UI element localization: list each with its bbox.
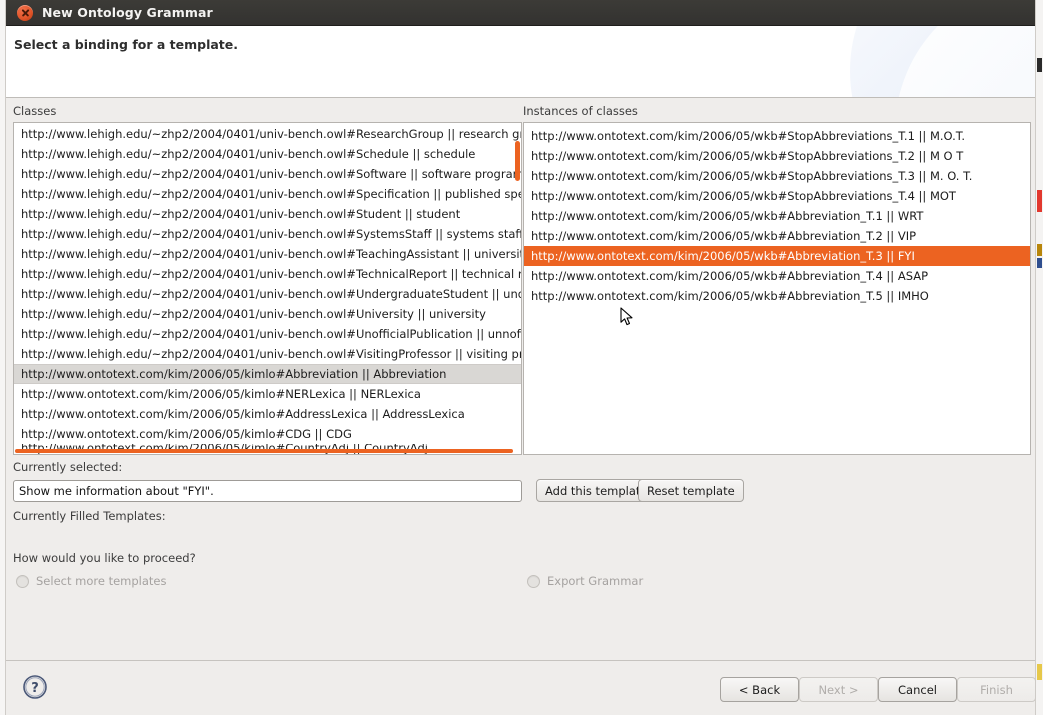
window-title: New Ontology Grammar bbox=[42, 5, 213, 20]
list-item[interactable]: http://www.ontotext.com/kim/2006/05/kiml… bbox=[14, 424, 521, 444]
classes-rows: http://www.lehigh.edu/~zhp2/2004/0401/un… bbox=[14, 124, 521, 455]
wizard-header: Select a binding for a template. bbox=[6, 26, 1035, 98]
list-item[interactable]: http://www.ontotext.com/kim/2006/05/wkb#… bbox=[524, 126, 1030, 146]
radio-export-label: Export Grammar bbox=[547, 574, 643, 588]
back-button[interactable]: < Back bbox=[720, 677, 799, 702]
classes-vertical-scrollbar[interactable] bbox=[515, 141, 520, 181]
radio-icon bbox=[16, 575, 29, 588]
finish-button: Finish bbox=[957, 677, 1036, 702]
background-fleck bbox=[1037, 244, 1042, 256]
radio-select-more-label: Select more templates bbox=[36, 574, 166, 588]
instances-rows: http://www.ontotext.com/kim/2006/05/wkb#… bbox=[524, 126, 1030, 306]
close-icon[interactable] bbox=[17, 5, 33, 21]
background-fleck bbox=[1037, 190, 1042, 212]
list-item[interactable]: http://www.ontotext.com/kim/2006/05/wkb#… bbox=[524, 226, 1030, 246]
proceed-question-label: How would you like to proceed? bbox=[13, 551, 196, 565]
list-item[interactable]: http://www.lehigh.edu/~zhp2/2004/0401/un… bbox=[14, 164, 521, 184]
list-item[interactable]: http://www.ontotext.com/kim/2006/05/kiml… bbox=[14, 364, 521, 384]
list-item[interactable]: http://www.ontotext.com/kim/2006/05/wkb#… bbox=[524, 166, 1030, 186]
classes-list-label: Classes bbox=[13, 104, 56, 118]
page-title: Select a binding for a template. bbox=[14, 37, 238, 52]
list-item[interactable]: http://www.lehigh.edu/~zhp2/2004/0401/un… bbox=[14, 324, 521, 344]
list-item[interactable]: http://www.ontotext.com/kim/2006/05/wkb#… bbox=[524, 286, 1030, 306]
list-item[interactable]: http://www.ontotext.com/kim/2006/05/wkb#… bbox=[524, 186, 1030, 206]
wizard-body: Classes Instances of classes http://www.… bbox=[6, 98, 1035, 660]
list-item[interactable]: http://www.ontotext.com/kim/2006/05/kiml… bbox=[14, 404, 521, 424]
instances-listbox[interactable]: http://www.ontotext.com/kim/2006/05/wkb#… bbox=[523, 122, 1031, 455]
background-fleck bbox=[1037, 258, 1042, 268]
next-button: Next > bbox=[799, 677, 878, 702]
background-fleck bbox=[1037, 664, 1042, 680]
list-item[interactable]: http://www.lehigh.edu/~zhp2/2004/0401/un… bbox=[14, 264, 521, 284]
radio-export-grammar[interactable]: Export Grammar bbox=[527, 573, 643, 589]
list-item[interactable]: http://www.ontotext.com/kim/2006/05/wkb#… bbox=[524, 246, 1030, 266]
filled-templates-label: Currently Filled Templates: bbox=[13, 509, 166, 523]
list-item[interactable]: http://www.lehigh.edu/~zhp2/2004/0401/un… bbox=[14, 184, 521, 204]
radio-select-more-templates[interactable]: Select more templates bbox=[16, 573, 166, 589]
reset-template-button[interactable]: Reset template bbox=[638, 479, 744, 502]
help-icon[interactable]: ? bbox=[22, 674, 48, 700]
list-item[interactable]: http://www.lehigh.edu/~zhp2/2004/0401/un… bbox=[14, 144, 521, 164]
classes-listbox[interactable]: http://www.lehigh.edu/~zhp2/2004/0401/un… bbox=[13, 122, 522, 455]
currently-selected-label: Currently selected: bbox=[13, 460, 122, 474]
list-item[interactable]: http://www.lehigh.edu/~zhp2/2004/0401/un… bbox=[14, 124, 521, 144]
svg-text:?: ? bbox=[31, 681, 39, 696]
list-item[interactable]: http://www.ontotext.com/kim/2006/05/wkb#… bbox=[524, 146, 1030, 166]
list-item[interactable]: http://www.ontotext.com/kim/2006/05/wkb#… bbox=[524, 206, 1030, 226]
background-fleck bbox=[1037, 58, 1042, 72]
list-item[interactable]: http://www.lehigh.edu/~zhp2/2004/0401/un… bbox=[14, 284, 521, 304]
list-item[interactable]: http://www.lehigh.edu/~zhp2/2004/0401/un… bbox=[14, 224, 521, 244]
list-item[interactable]: http://www.ontotext.com/kim/2006/05/wkb#… bbox=[524, 266, 1030, 286]
list-item[interactable]: http://www.lehigh.edu/~zhp2/2004/0401/un… bbox=[14, 244, 521, 264]
list-item[interactable]: http://www.lehigh.edu/~zhp2/2004/0401/un… bbox=[14, 304, 521, 324]
wizard-footer: ? < Back Next > Cancel Finish bbox=[6, 660, 1035, 715]
application-window: New Ontology Grammar Select a binding fo… bbox=[0, 0, 1043, 715]
title-bar: New Ontology Grammar bbox=[6, 0, 1035, 26]
template-input[interactable] bbox=[13, 480, 522, 502]
cancel-button[interactable]: Cancel bbox=[878, 677, 957, 702]
list-item[interactable]: http://www.lehigh.edu/~zhp2/2004/0401/un… bbox=[14, 344, 521, 364]
radio-icon bbox=[527, 575, 540, 588]
instances-list-label: Instances of classes bbox=[523, 104, 638, 118]
background-window-right-strip bbox=[1035, 0, 1043, 715]
list-item[interactable]: http://www.lehigh.edu/~zhp2/2004/0401/un… bbox=[14, 204, 521, 224]
list-item[interactable]: http://www.ontotext.com/kim/2006/05/kiml… bbox=[14, 384, 521, 404]
classes-horizontal-scrollbar[interactable] bbox=[15, 449, 513, 453]
